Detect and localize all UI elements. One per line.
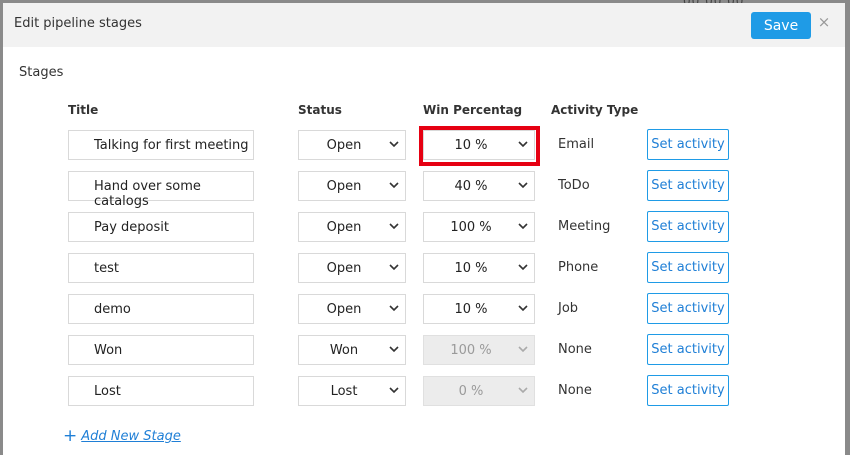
stage-win-percentage-value: 10 %	[454, 138, 488, 153]
plus-icon: +	[63, 426, 78, 446]
stage-row: Hand over some catalogs Open 40 % ToDo Set a…	[3, 170, 845, 209]
stage-activity-type: Meeting	[558, 219, 611, 234]
stage-status-value: Open	[326, 138, 362, 153]
stage-activity-type: None	[558, 342, 592, 357]
chevron-down-icon	[387, 219, 401, 233]
stage-title-input[interactable]: Lost	[68, 376, 254, 406]
stage-activity-type: Phone	[558, 260, 599, 275]
stage-status-value: Open	[326, 220, 362, 235]
stage-title-value: test	[94, 261, 119, 276]
set-activity-button[interactable]: Set activity	[647, 170, 729, 201]
modal-header: Edit pipeline stages Save ×	[3, 3, 845, 47]
stage-row: test Open 10 % Phone Set activity	[3, 252, 845, 285]
column-header-title: Title	[68, 103, 99, 117]
stage-activity-type: ToDo	[558, 178, 590, 193]
stage-win-percentage-select[interactable]: 10 %	[423, 253, 535, 283]
set-activity-button[interactable]: Set activity	[647, 129, 729, 160]
stage-status-select[interactable]: Open	[298, 212, 406, 242]
stage-status-select[interactable]: Open	[298, 171, 406, 201]
stage-status-value: Open	[326, 261, 362, 276]
stage-status-value: Open	[326, 179, 362, 194]
stage-title-value: Talking for first meeting	[94, 138, 249, 153]
stage-status-select[interactable]: Open	[298, 130, 406, 160]
stage-title-input[interactable]: Won	[68, 335, 254, 365]
stage-title-value: Lost	[94, 384, 121, 399]
stage-title-value: Pay deposit	[94, 220, 169, 235]
chevron-down-icon	[516, 383, 530, 397]
stage-row: Lost Lost 0 % None Set activity	[3, 375, 845, 408]
add-new-stage-link[interactable]: + Add New Stage	[63, 426, 181, 446]
chevron-down-icon	[516, 342, 530, 356]
stage-row: Talking for first meeting Open 10 % Email Se…	[3, 129, 845, 162]
stage-title-value: demo	[94, 302, 131, 317]
save-button[interactable]: Save	[751, 12, 811, 39]
stage-win-percentage-value: 10 %	[454, 302, 488, 317]
stage-status-value: Open	[326, 302, 362, 317]
set-activity-button[interactable]: Set activity	[647, 293, 729, 324]
modal-title: Edit pipeline stages	[14, 16, 142, 31]
stage-status-select[interactable]: Lost	[298, 376, 406, 406]
stage-status-select[interactable]: Won	[298, 335, 406, 365]
column-header-win-percentage: Win Percentag	[423, 103, 523, 117]
stage-win-percentage-value: 10 %	[454, 261, 488, 276]
stage-row: Won Won 100 % None Set activity	[3, 334, 845, 367]
stage-win-percentage-value: 100 %	[450, 343, 492, 358]
column-header-activity-type: Activity Type	[551, 103, 639, 117]
stage-win-percentage-value: 40 %	[454, 179, 488, 194]
chevron-down-icon	[387, 178, 401, 192]
stage-title-value: Won	[94, 343, 123, 358]
set-activity-button[interactable]: Set activity	[647, 334, 729, 365]
stage-win-percentage-select: 0 %	[423, 376, 535, 406]
stage-row: demo Open 10 % Job Set activity	[3, 293, 845, 326]
stage-win-percentage-select[interactable]: 40 %	[423, 171, 535, 201]
column-header-status: Status	[298, 103, 342, 117]
set-activity-button[interactable]: Set activity	[647, 375, 729, 406]
stage-activity-type: None	[558, 383, 592, 398]
stage-win-percentage-select[interactable]: 10 %	[423, 130, 535, 160]
edit-pipeline-modal: Edit pipeline stages Save × Stages Title…	[3, 3, 845, 455]
chevron-down-icon	[516, 178, 530, 192]
chevron-down-icon	[516, 260, 530, 274]
chevron-down-icon	[387, 260, 401, 274]
stage-title-input[interactable]: demo	[68, 294, 254, 324]
stage-status-select[interactable]: Open	[298, 253, 406, 283]
chevron-down-icon	[387, 383, 401, 397]
stage-status-value: Won	[329, 343, 359, 358]
stage-activity-type: Job	[558, 301, 579, 316]
chevron-down-icon	[387, 342, 401, 356]
chevron-down-icon	[516, 301, 530, 315]
stage-title-input[interactable]: Hand over some catalogs	[68, 171, 254, 209]
stage-win-percentage-select: 100 %	[423, 335, 535, 365]
close-icon[interactable]: ×	[816, 14, 832, 30]
chevron-down-icon	[516, 219, 530, 233]
chevron-down-icon	[387, 137, 401, 151]
stage-row: Pay deposit Open 100 % Meeting Set activity	[3, 211, 845, 244]
stage-status-value: Lost	[330, 384, 358, 399]
set-activity-button[interactable]: Set activity	[647, 211, 729, 242]
add-new-stage-label: Add New Stage	[81, 429, 181, 444]
chevron-down-icon	[516, 137, 530, 151]
stages-section-label: Stages	[19, 65, 64, 80]
stage-win-percentage-value: 100 %	[450, 220, 492, 235]
stage-status-select[interactable]: Open	[298, 294, 406, 324]
stage-title-input[interactable]: test	[68, 253, 254, 283]
set-activity-button[interactable]: Set activity	[647, 252, 729, 283]
stage-win-percentage-select[interactable]: 10 %	[423, 294, 535, 324]
stage-activity-type: Email	[558, 137, 595, 152]
chevron-down-icon	[387, 301, 401, 315]
stage-title-input[interactable]: Pay deposit	[68, 212, 254, 242]
stage-win-percentage-select[interactable]: 100 %	[423, 212, 535, 242]
stage-title-input[interactable]: Talking for first meeting	[68, 130, 254, 160]
stage-title-value: Hand over some catalogs	[94, 179, 201, 209]
stage-win-percentage-value: 0 %	[458, 384, 484, 399]
